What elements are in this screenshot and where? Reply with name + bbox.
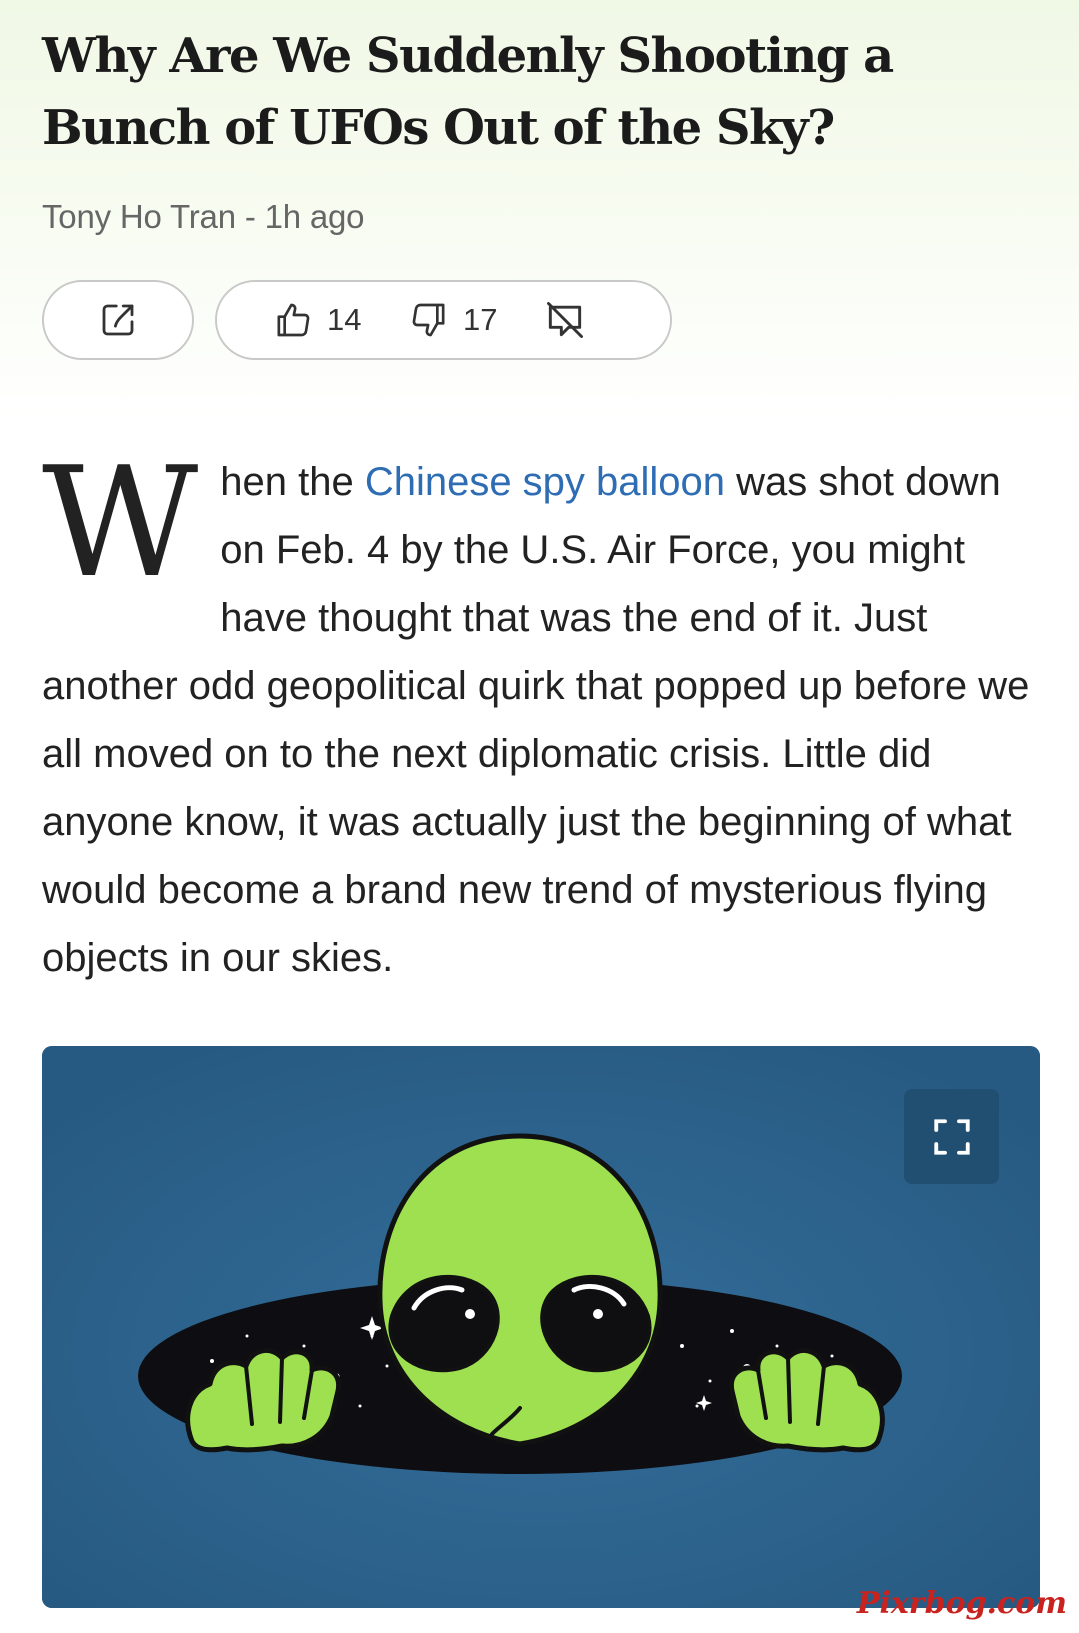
lead-text-start: hen the (220, 460, 365, 504)
like-count: 14 (327, 302, 362, 337)
fullscreen-icon (933, 1118, 970, 1155)
share-icon (102, 304, 134, 336)
article-title: Why Are We Suddenly Shooting a Bunch of … (42, 28, 894, 156)
comments-button[interactable] (543, 282, 587, 358)
dislike-count: 17 (463, 302, 498, 337)
watermark: Pixrbog.com (856, 1586, 1067, 1621)
thumbs-up-icon (277, 303, 310, 337)
chinese-spy-balloon-link[interactable]: Chinese spy balloon (365, 460, 725, 504)
thumbs-down-icon (412, 303, 445, 337)
byline: Tony Ho Tran - 1h ago (42, 198, 365, 235)
expand-image-button[interactable] (904, 1089, 999, 1184)
dislike-button[interactable]: 17 (409, 282, 497, 358)
comments-off-icon (547, 302, 583, 338)
like-button[interactable]: 14 (273, 282, 361, 358)
drop-cap: W (42, 434, 199, 611)
article-body: When the Chinese spy balloon was shot do… (42, 434, 1042, 992)
hero-image[interactable] (42, 1046, 1040, 1608)
reaction-bar: 14 17 (215, 280, 672, 360)
share-button[interactable] (42, 280, 194, 360)
alien-illustration (42, 1046, 1040, 1608)
